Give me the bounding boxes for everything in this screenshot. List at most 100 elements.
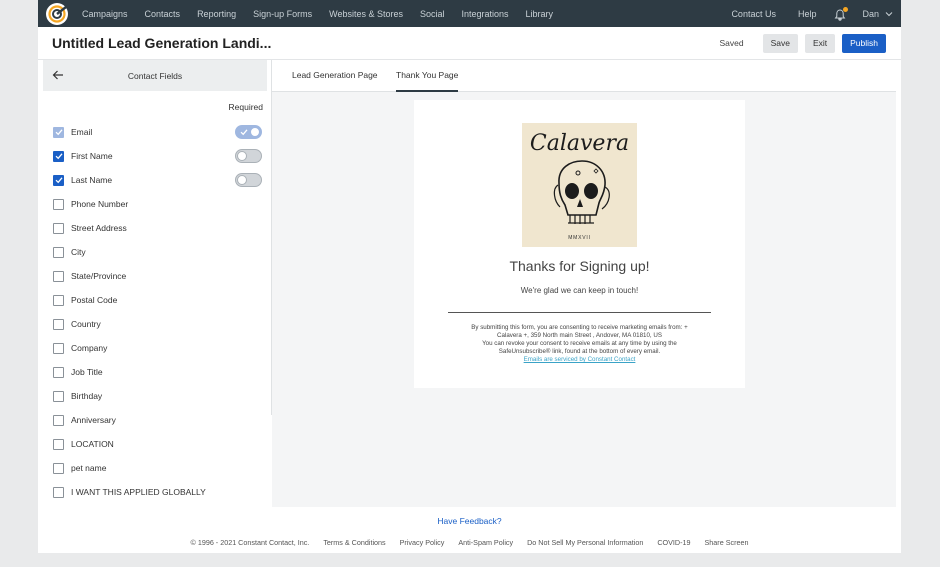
field-row: Country: [53, 312, 267, 336]
field-checkbox[interactable]: [53, 174, 64, 186]
field-row: Street Address: [53, 216, 267, 240]
nav-signup-forms[interactable]: Sign-up Forms: [253, 9, 312, 19]
tab-thank-you-page[interactable]: Thank You Page: [396, 60, 459, 92]
consent-line: You can revoke your consent to receive e…: [482, 340, 677, 347]
top-nav: Campaigns Contacts Reporting Sign-up For…: [38, 0, 901, 27]
thank-you-subheading[interactable]: We're glad we can keep in touch!: [414, 286, 745, 295]
field-checkbox: [53, 126, 64, 138]
nav-reporting[interactable]: Reporting: [197, 9, 236, 19]
field-row: Birthday: [53, 384, 267, 408]
field-row: First Name: [53, 144, 267, 168]
field-row: LOCATION: [53, 432, 267, 456]
save-button[interactable]: Save: [762, 33, 798, 53]
field-label: Postal Code: [71, 295, 118, 305]
field-row: Anniversary: [53, 408, 267, 432]
toggle-knob: [237, 175, 247, 185]
panel-header: Contact Fields: [43, 60, 267, 91]
tab-lead-generation-page[interactable]: Lead Generation Page: [292, 60, 378, 92]
page-tabs: Lead Generation Page Thank You Page: [272, 60, 896, 92]
nav-contacts[interactable]: Contacts: [145, 9, 181, 19]
nav-right: Contact Us Help Dan: [731, 6, 893, 21]
thank-you-heading[interactable]: Thanks for Signing up!: [414, 258, 745, 274]
field-checkbox[interactable]: [53, 270, 64, 282]
consent-line: SafeUnsubscribe® link, found at the bott…: [498, 348, 661, 355]
field-list: Email First Name Last Name Phone Number Stre…: [53, 120, 267, 504]
constant-contact-logo-icon[interactable]: [46, 2, 68, 25]
field-row: Company: [53, 336, 267, 360]
calavera-skull-logo[interactable]: Calavera MMXVII: [522, 123, 637, 247]
field-label: Anniversary: [71, 415, 116, 425]
nav-integrations[interactable]: Integrations: [462, 9, 509, 19]
field-row: Postal Code: [53, 288, 267, 312]
nav-help[interactable]: Help: [798, 9, 817, 19]
field-row: pet name: [53, 456, 267, 480]
publish-button[interactable]: Publish: [842, 33, 886, 53]
thank-you-card: Calavera MMXVII Thanks for Signing up! W…: [414, 100, 745, 388]
brand-year: MMXVII: [568, 235, 591, 241]
field-row: Job Title: [53, 360, 267, 384]
notifications-bell-icon[interactable]: [834, 6, 849, 21]
required-toggle[interactable]: [235, 173, 262, 187]
field-label: Company: [71, 343, 108, 353]
footer-link-do-not-sell[interactable]: Do Not Sell My Personal Information: [527, 538, 643, 547]
field-label: Last Name: [71, 175, 113, 185]
field-checkbox[interactable]: [53, 294, 64, 306]
user-name: Dan: [862, 8, 879, 19]
exit-button[interactable]: Exit: [804, 33, 836, 53]
field-checkbox[interactable]: [53, 318, 64, 330]
consent-line: Calavera +, 359 North main Street , Ando…: [497, 332, 662, 339]
field-checkbox[interactable]: [53, 342, 64, 354]
field-label: I WANT THIS APPLIED GLOBALLY: [71, 487, 206, 497]
field-checkbox[interactable]: [53, 462, 64, 474]
panel-title: Contact Fields: [127, 70, 183, 81]
field-checkbox[interactable]: [53, 438, 64, 450]
field-label: Country: [71, 319, 101, 329]
nav-contact-us[interactable]: Contact Us: [731, 9, 776, 19]
field-checkbox[interactable]: [53, 246, 64, 258]
field-checkbox[interactable]: [53, 486, 64, 498]
field-label: pet name: [71, 463, 107, 473]
field-checkbox[interactable]: [53, 390, 64, 402]
field-label: LOCATION: [71, 439, 114, 449]
nav-library[interactable]: Library: [526, 9, 554, 19]
nav-websites-stores[interactable]: Websites & Stores: [329, 9, 403, 19]
field-checkbox[interactable]: [53, 222, 64, 234]
field-label: Birthday: [71, 391, 103, 401]
footer-link-covid[interactable]: COVID-19: [657, 538, 690, 547]
field-label: State/Province: [71, 271, 127, 281]
constant-contact-link[interactable]: Emails are serviced by Constant Contact: [454, 356, 705, 364]
feedback-link[interactable]: Have Feedback?: [38, 516, 901, 526]
footer-link-anti-spam[interactable]: Anti-Spam Policy: [458, 538, 513, 547]
notification-dot: [843, 6, 849, 12]
contact-fields-panel: Contact Fields Required Email First Name L…: [43, 60, 267, 498]
footer-links: © 1996 - 2021 Constant Contact, Inc. Ter…: [38, 538, 901, 547]
field-label: First Name: [71, 151, 113, 161]
nav-social[interactable]: Social: [420, 9, 445, 19]
field-row: Last Name: [53, 168, 267, 192]
field-checkbox[interactable]: [53, 150, 64, 162]
field-label: Street Address: [71, 223, 127, 233]
required-column-label: Required: [228, 102, 264, 112]
back-arrow-icon[interactable]: [52, 69, 64, 81]
field-checkbox[interactable]: [53, 414, 64, 426]
user-menu[interactable]: Dan: [862, 9, 893, 19]
footer-link-privacy[interactable]: Privacy Policy: [400, 538, 445, 547]
editor-header: Untitled Lead Generation Landi... Saved …: [38, 27, 901, 60]
chevron-down-icon: [885, 11, 893, 16]
footer-link-terms[interactable]: Terms & Conditions: [323, 538, 385, 547]
copyright: © 1996 - 2021 Constant Contact, Inc.: [190, 538, 310, 547]
required-toggle[interactable]: [235, 149, 262, 163]
field-row: Email: [53, 120, 267, 144]
nav-campaigns[interactable]: Campaigns: [82, 9, 128, 19]
consent-line: By submitting this form, you are consent…: [471, 324, 688, 331]
field-row: I WANT THIS APPLIED GLOBALLY: [53, 480, 267, 504]
page-title[interactable]: Untitled Lead Generation Landi...: [52, 35, 271, 51]
footer-link-share-screen[interactable]: Share Screen: [705, 538, 749, 547]
field-label: Email: [71, 127, 93, 137]
field-row: Phone Number: [53, 192, 267, 216]
field-row: State/Province: [53, 264, 267, 288]
field-checkbox[interactable]: [53, 198, 64, 210]
field-checkbox[interactable]: [53, 366, 64, 378]
consent-text: By submitting this form, you are consent…: [454, 324, 705, 364]
toggle-knob: [237, 151, 247, 161]
